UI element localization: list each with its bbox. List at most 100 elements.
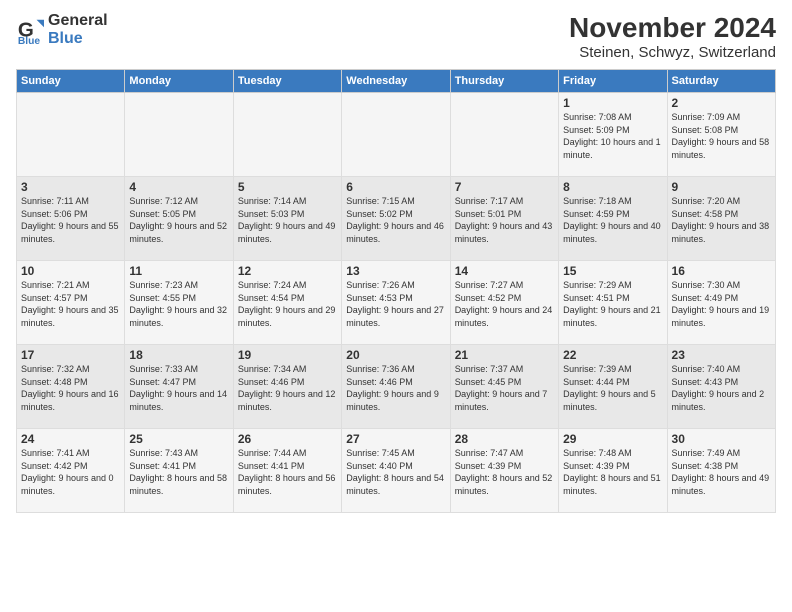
day-number: 13	[346, 264, 445, 278]
main-title: November 2024	[569, 12, 776, 44]
day-info: Sunrise: 7:34 AM Sunset: 4:46 PM Dayligh…	[238, 363, 337, 413]
day-number: 14	[455, 264, 554, 278]
calendar-cell: 14Sunrise: 7:27 AM Sunset: 4:52 PM Dayli…	[450, 261, 558, 345]
calendar-cell: 3Sunrise: 7:11 AM Sunset: 5:06 PM Daylig…	[17, 177, 125, 261]
calendar-cell	[125, 93, 233, 177]
day-number: 16	[672, 264, 771, 278]
day-number: 23	[672, 348, 771, 362]
day-info: Sunrise: 7:37 AM Sunset: 4:45 PM Dayligh…	[455, 363, 554, 413]
calendar-cell: 25Sunrise: 7:43 AM Sunset: 4:41 PM Dayli…	[125, 429, 233, 513]
calendar-cell: 1Sunrise: 7:08 AM Sunset: 5:09 PM Daylig…	[559, 93, 667, 177]
logo-general: General	[48, 12, 108, 30]
day-number: 26	[238, 432, 337, 446]
calendar-header-cell: Friday	[559, 70, 667, 93]
calendar-cell: 30Sunrise: 7:49 AM Sunset: 4:38 PM Dayli…	[667, 429, 775, 513]
day-number: 19	[238, 348, 337, 362]
day-info: Sunrise: 7:14 AM Sunset: 5:03 PM Dayligh…	[238, 195, 337, 245]
day-info: Sunrise: 7:47 AM Sunset: 4:39 PM Dayligh…	[455, 447, 554, 497]
calendar-cell: 13Sunrise: 7:26 AM Sunset: 4:53 PM Dayli…	[342, 261, 450, 345]
calendar-cell: 9Sunrise: 7:20 AM Sunset: 4:58 PM Daylig…	[667, 177, 775, 261]
day-info: Sunrise: 7:48 AM Sunset: 4:39 PM Dayligh…	[563, 447, 662, 497]
calendar-body: 1Sunrise: 7:08 AM Sunset: 5:09 PM Daylig…	[17, 93, 776, 513]
day-info: Sunrise: 7:40 AM Sunset: 4:43 PM Dayligh…	[672, 363, 771, 413]
day-number: 21	[455, 348, 554, 362]
calendar-cell: 29Sunrise: 7:48 AM Sunset: 4:39 PM Dayli…	[559, 429, 667, 513]
calendar-header-cell: Thursday	[450, 70, 558, 93]
calendar-cell: 4Sunrise: 7:12 AM Sunset: 5:05 PM Daylig…	[125, 177, 233, 261]
day-info: Sunrise: 7:30 AM Sunset: 4:49 PM Dayligh…	[672, 279, 771, 329]
calendar-header-cell: Saturday	[667, 70, 775, 93]
day-number: 28	[455, 432, 554, 446]
day-info: Sunrise: 7:39 AM Sunset: 4:44 PM Dayligh…	[563, 363, 662, 413]
calendar-cell: 22Sunrise: 7:39 AM Sunset: 4:44 PM Dayli…	[559, 345, 667, 429]
calendar-week-row: 10Sunrise: 7:21 AM Sunset: 4:57 PM Dayli…	[17, 261, 776, 345]
calendar-cell: 21Sunrise: 7:37 AM Sunset: 4:45 PM Dayli…	[450, 345, 558, 429]
calendar-cell: 23Sunrise: 7:40 AM Sunset: 4:43 PM Dayli…	[667, 345, 775, 429]
day-info: Sunrise: 7:15 AM Sunset: 5:02 PM Dayligh…	[346, 195, 445, 245]
day-info: Sunrise: 7:08 AM Sunset: 5:09 PM Dayligh…	[563, 111, 662, 161]
day-number: 22	[563, 348, 662, 362]
calendar-header-cell: Sunday	[17, 70, 125, 93]
day-number: 30	[672, 432, 771, 446]
calendar-week-row: 3Sunrise: 7:11 AM Sunset: 5:06 PM Daylig…	[17, 177, 776, 261]
day-number: 27	[346, 432, 445, 446]
calendar-cell: 10Sunrise: 7:21 AM Sunset: 4:57 PM Dayli…	[17, 261, 125, 345]
calendar-cell: 16Sunrise: 7:30 AM Sunset: 4:49 PM Dayli…	[667, 261, 775, 345]
calendar-cell: 5Sunrise: 7:14 AM Sunset: 5:03 PM Daylig…	[233, 177, 341, 261]
day-info: Sunrise: 7:18 AM Sunset: 4:59 PM Dayligh…	[563, 195, 662, 245]
calendar-cell: 7Sunrise: 7:17 AM Sunset: 5:01 PM Daylig…	[450, 177, 558, 261]
calendar-week-row: 17Sunrise: 7:32 AM Sunset: 4:48 PM Dayli…	[17, 345, 776, 429]
day-info: Sunrise: 7:23 AM Sunset: 4:55 PM Dayligh…	[129, 279, 228, 329]
day-number: 3	[21, 180, 120, 194]
day-info: Sunrise: 7:43 AM Sunset: 4:41 PM Dayligh…	[129, 447, 228, 497]
day-info: Sunrise: 7:49 AM Sunset: 4:38 PM Dayligh…	[672, 447, 771, 497]
day-number: 12	[238, 264, 337, 278]
day-info: Sunrise: 7:20 AM Sunset: 4:58 PM Dayligh…	[672, 195, 771, 245]
calendar-header-cell: Wednesday	[342, 70, 450, 93]
calendar-cell: 27Sunrise: 7:45 AM Sunset: 4:40 PM Dayli…	[342, 429, 450, 513]
calendar-cell: 18Sunrise: 7:33 AM Sunset: 4:47 PM Dayli…	[125, 345, 233, 429]
logo-blue: Blue	[48, 30, 108, 48]
day-number: 6	[346, 180, 445, 194]
day-info: Sunrise: 7:24 AM Sunset: 4:54 PM Dayligh…	[238, 279, 337, 329]
day-info: Sunrise: 7:33 AM Sunset: 4:47 PM Dayligh…	[129, 363, 228, 413]
calendar-cell: 2Sunrise: 7:09 AM Sunset: 5:08 PM Daylig…	[667, 93, 775, 177]
calendar-cell: 6Sunrise: 7:15 AM Sunset: 5:02 PM Daylig…	[342, 177, 450, 261]
day-info: Sunrise: 7:12 AM Sunset: 5:05 PM Dayligh…	[129, 195, 228, 245]
day-number: 4	[129, 180, 228, 194]
svg-text:Blue: Blue	[18, 36, 41, 44]
calendar-cell: 19Sunrise: 7:34 AM Sunset: 4:46 PM Dayli…	[233, 345, 341, 429]
day-number: 9	[672, 180, 771, 194]
day-info: Sunrise: 7:44 AM Sunset: 4:41 PM Dayligh…	[238, 447, 337, 497]
calendar-cell: 17Sunrise: 7:32 AM Sunset: 4:48 PM Dayli…	[17, 345, 125, 429]
day-number: 8	[563, 180, 662, 194]
day-number: 1	[563, 96, 662, 110]
day-info: Sunrise: 7:17 AM Sunset: 5:01 PM Dayligh…	[455, 195, 554, 245]
day-info: Sunrise: 7:27 AM Sunset: 4:52 PM Dayligh…	[455, 279, 554, 329]
calendar-cell: 12Sunrise: 7:24 AM Sunset: 4:54 PM Dayli…	[233, 261, 341, 345]
day-number: 29	[563, 432, 662, 446]
day-number: 7	[455, 180, 554, 194]
day-number: 11	[129, 264, 228, 278]
calendar-week-row: 24Sunrise: 7:41 AM Sunset: 4:42 PM Dayli…	[17, 429, 776, 513]
day-number: 24	[21, 432, 120, 446]
day-info: Sunrise: 7:11 AM Sunset: 5:06 PM Dayligh…	[21, 195, 120, 245]
calendar-cell: 11Sunrise: 7:23 AM Sunset: 4:55 PM Dayli…	[125, 261, 233, 345]
calendar-cell: 8Sunrise: 7:18 AM Sunset: 4:59 PM Daylig…	[559, 177, 667, 261]
calendar-cell: 24Sunrise: 7:41 AM Sunset: 4:42 PM Dayli…	[17, 429, 125, 513]
day-number: 5	[238, 180, 337, 194]
day-number: 20	[346, 348, 445, 362]
day-number: 15	[563, 264, 662, 278]
calendar-cell	[233, 93, 341, 177]
title-block: November 2024 Steinen, Schwyz, Switzerla…	[569, 12, 776, 61]
calendar-header-cell: Monday	[125, 70, 233, 93]
day-info: Sunrise: 7:09 AM Sunset: 5:08 PM Dayligh…	[672, 111, 771, 161]
day-info: Sunrise: 7:41 AM Sunset: 4:42 PM Dayligh…	[21, 447, 120, 497]
day-info: Sunrise: 7:32 AM Sunset: 4:48 PM Dayligh…	[21, 363, 120, 413]
calendar-week-row: 1Sunrise: 7:08 AM Sunset: 5:09 PM Daylig…	[17, 93, 776, 177]
day-number: 25	[129, 432, 228, 446]
day-info: Sunrise: 7:45 AM Sunset: 4:40 PM Dayligh…	[346, 447, 445, 497]
day-info: Sunrise: 7:21 AM Sunset: 4:57 PM Dayligh…	[21, 279, 120, 329]
day-number: 18	[129, 348, 228, 362]
calendar-cell: 26Sunrise: 7:44 AM Sunset: 4:41 PM Dayli…	[233, 429, 341, 513]
